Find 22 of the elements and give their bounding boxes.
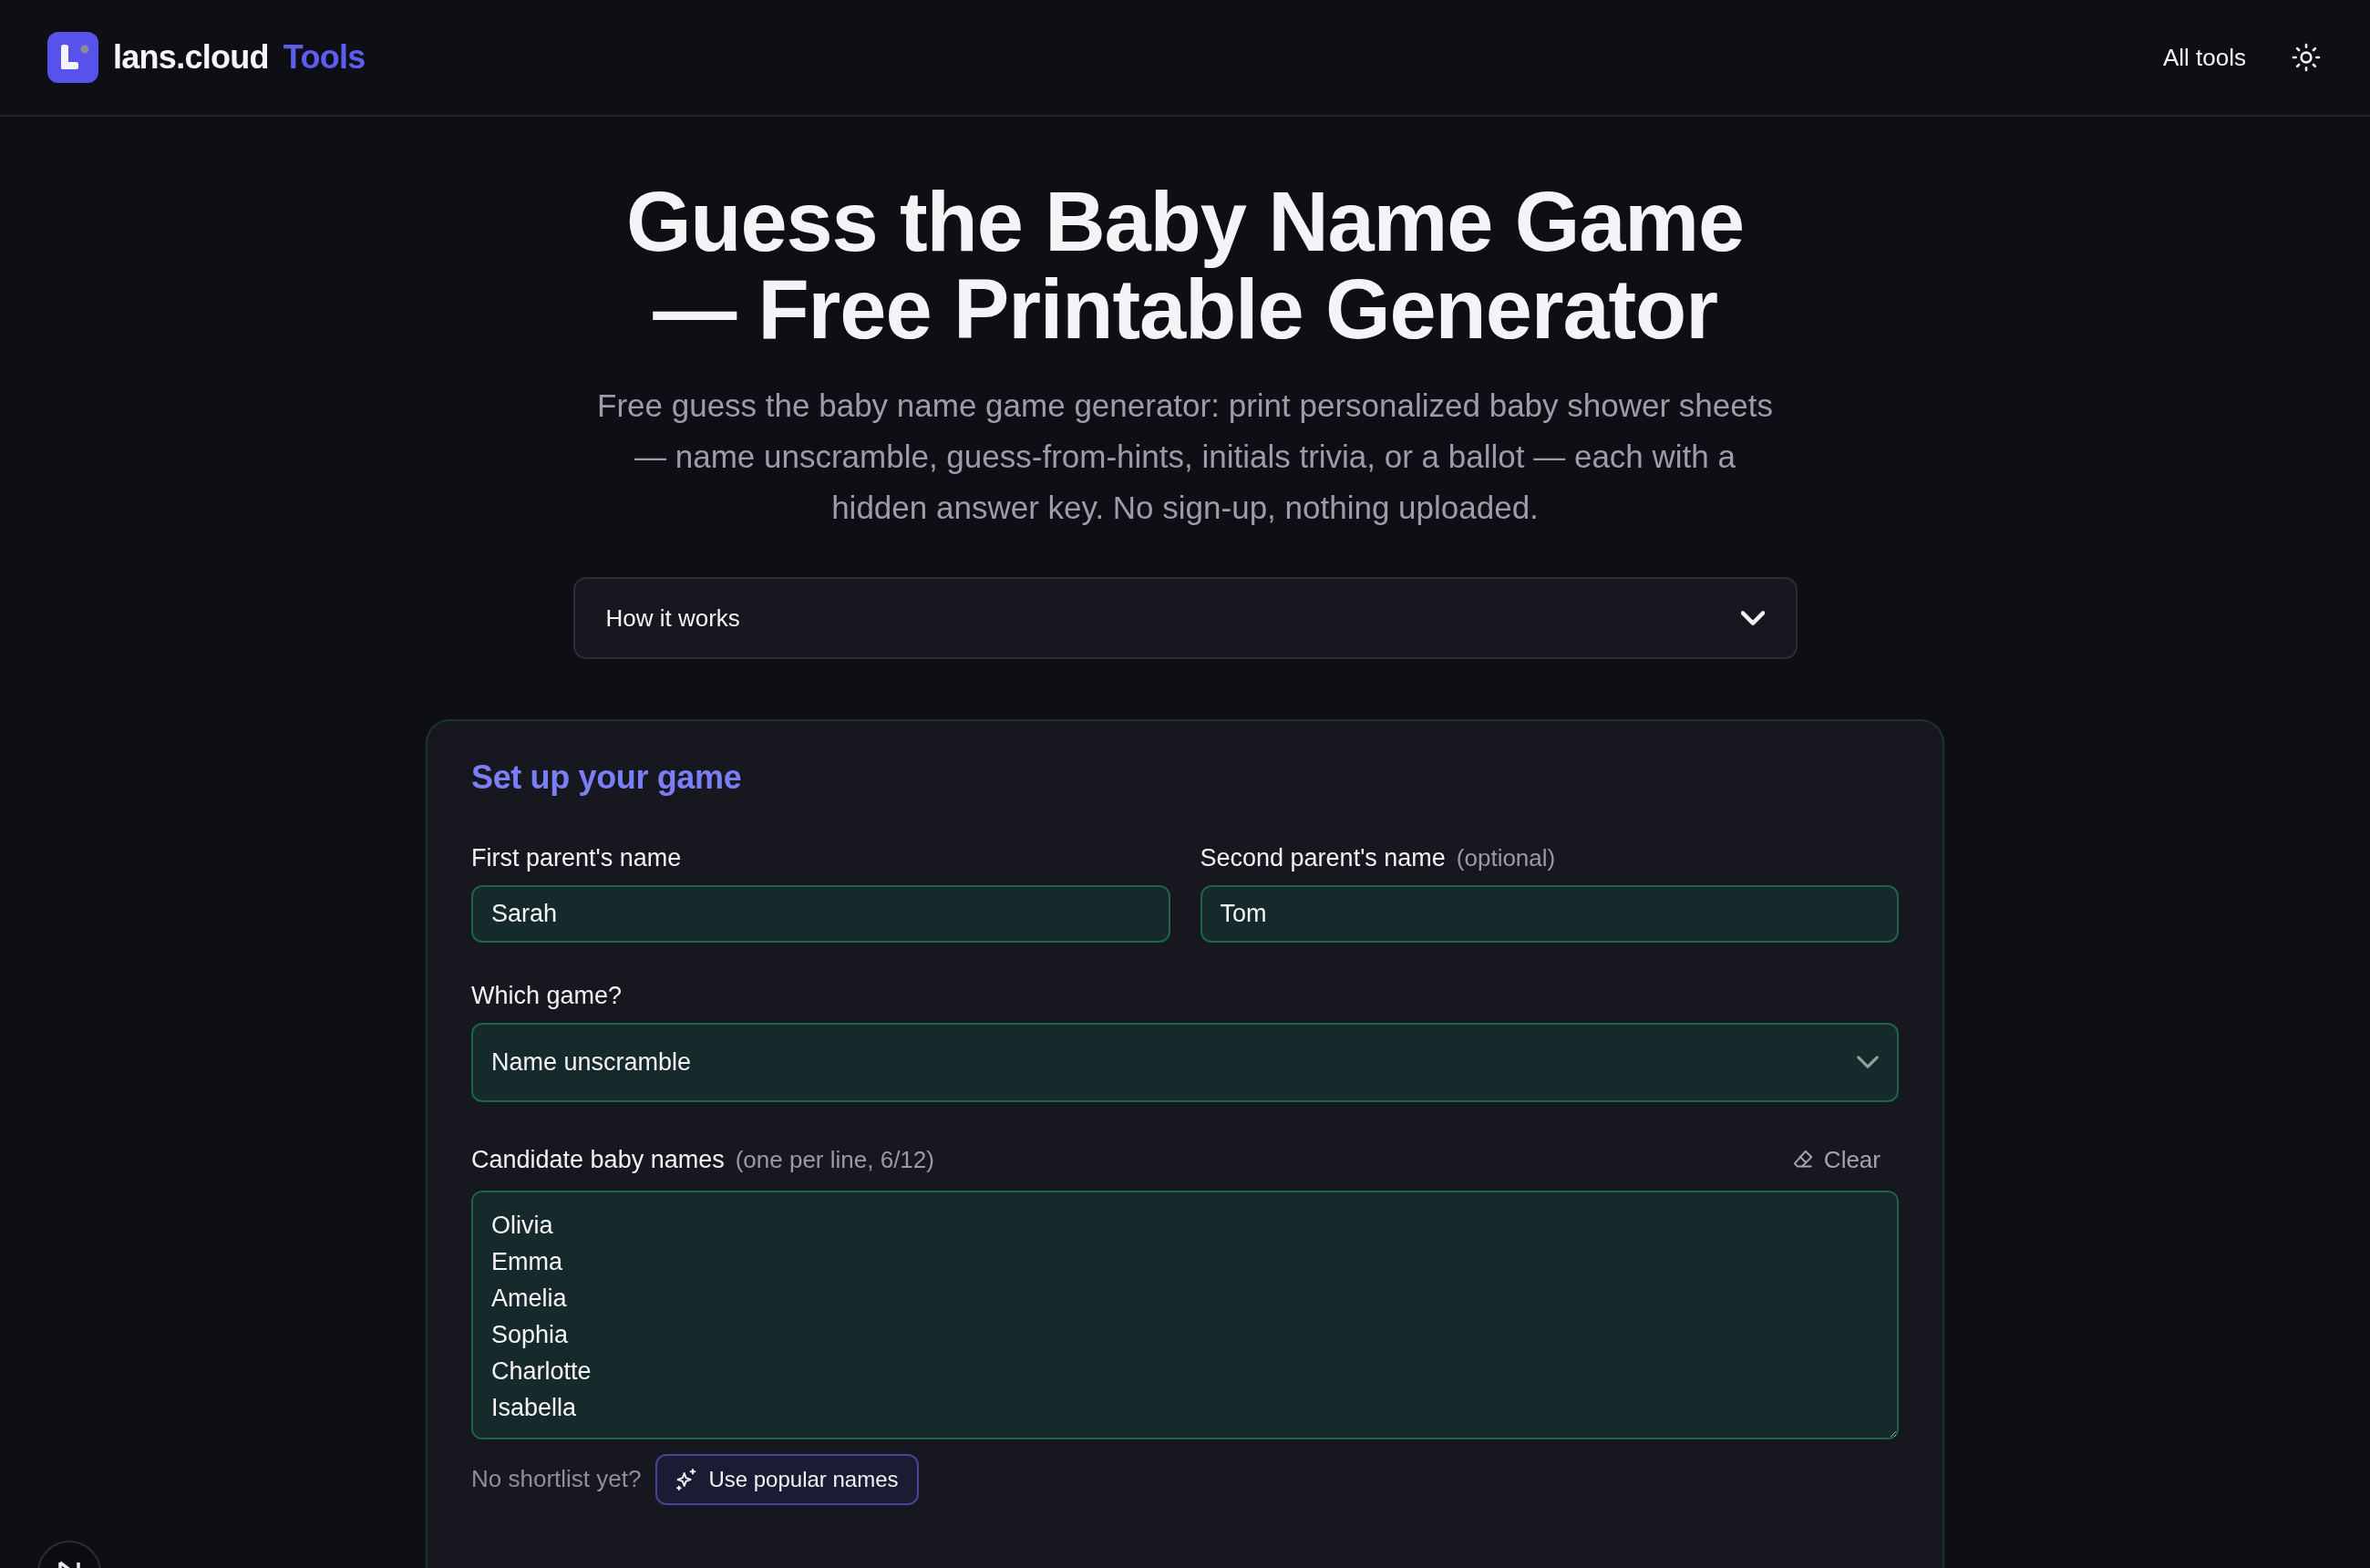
sun-icon [2292,43,2321,72]
page-description: Free guess the baby name game generator: print personalized baby shower sheets — name unscramble, guess-from-hints, initials trivia, or a ballot — each with a hidden answer key. No sign-up, nothing uploaded. [596,387,1774,528]
name-input-field[interactable]: Sarah [471,884,1170,943]
clear-button[interactable]: Clear [1790,1140,1899,1180]
names-text-field[interactable]: Olivia Emma Amelia Sophia Charlotte Isabella [471,1190,1899,1439]
brand-link[interactable]: lans.cloud Tools [47,32,366,83]
section-heading: Set up your game [471,758,743,798]
logo-icon [47,32,98,83]
field-hint: (optional) [1456,842,1556,873]
field-label: Second parent's name [1200,842,1446,873]
field-hint: (one per line, 6/12) [735,1145,934,1176]
field-label: First parent's name [471,842,682,873]
page-title: Guess the Baby Name Game — Free Printable Generator [624,179,1746,354]
round-badge-icon[interactable] [36,1539,102,1568]
all-tools-link[interactable]: All tools [2162,39,2246,76]
name-input-field[interactable]: Tom [1200,884,1899,943]
field-label: Which game? [471,980,623,1011]
game-select[interactable]: Name unscramble [471,1022,1899,1102]
field-label: Candidate baby names [471,1145,725,1176]
hint-text: No shortlist yet? [471,1464,642,1495]
how-it-works-toggle[interactable]: How it works [572,577,1798,660]
popular-names-button[interactable]: Use popular names [655,1453,919,1505]
